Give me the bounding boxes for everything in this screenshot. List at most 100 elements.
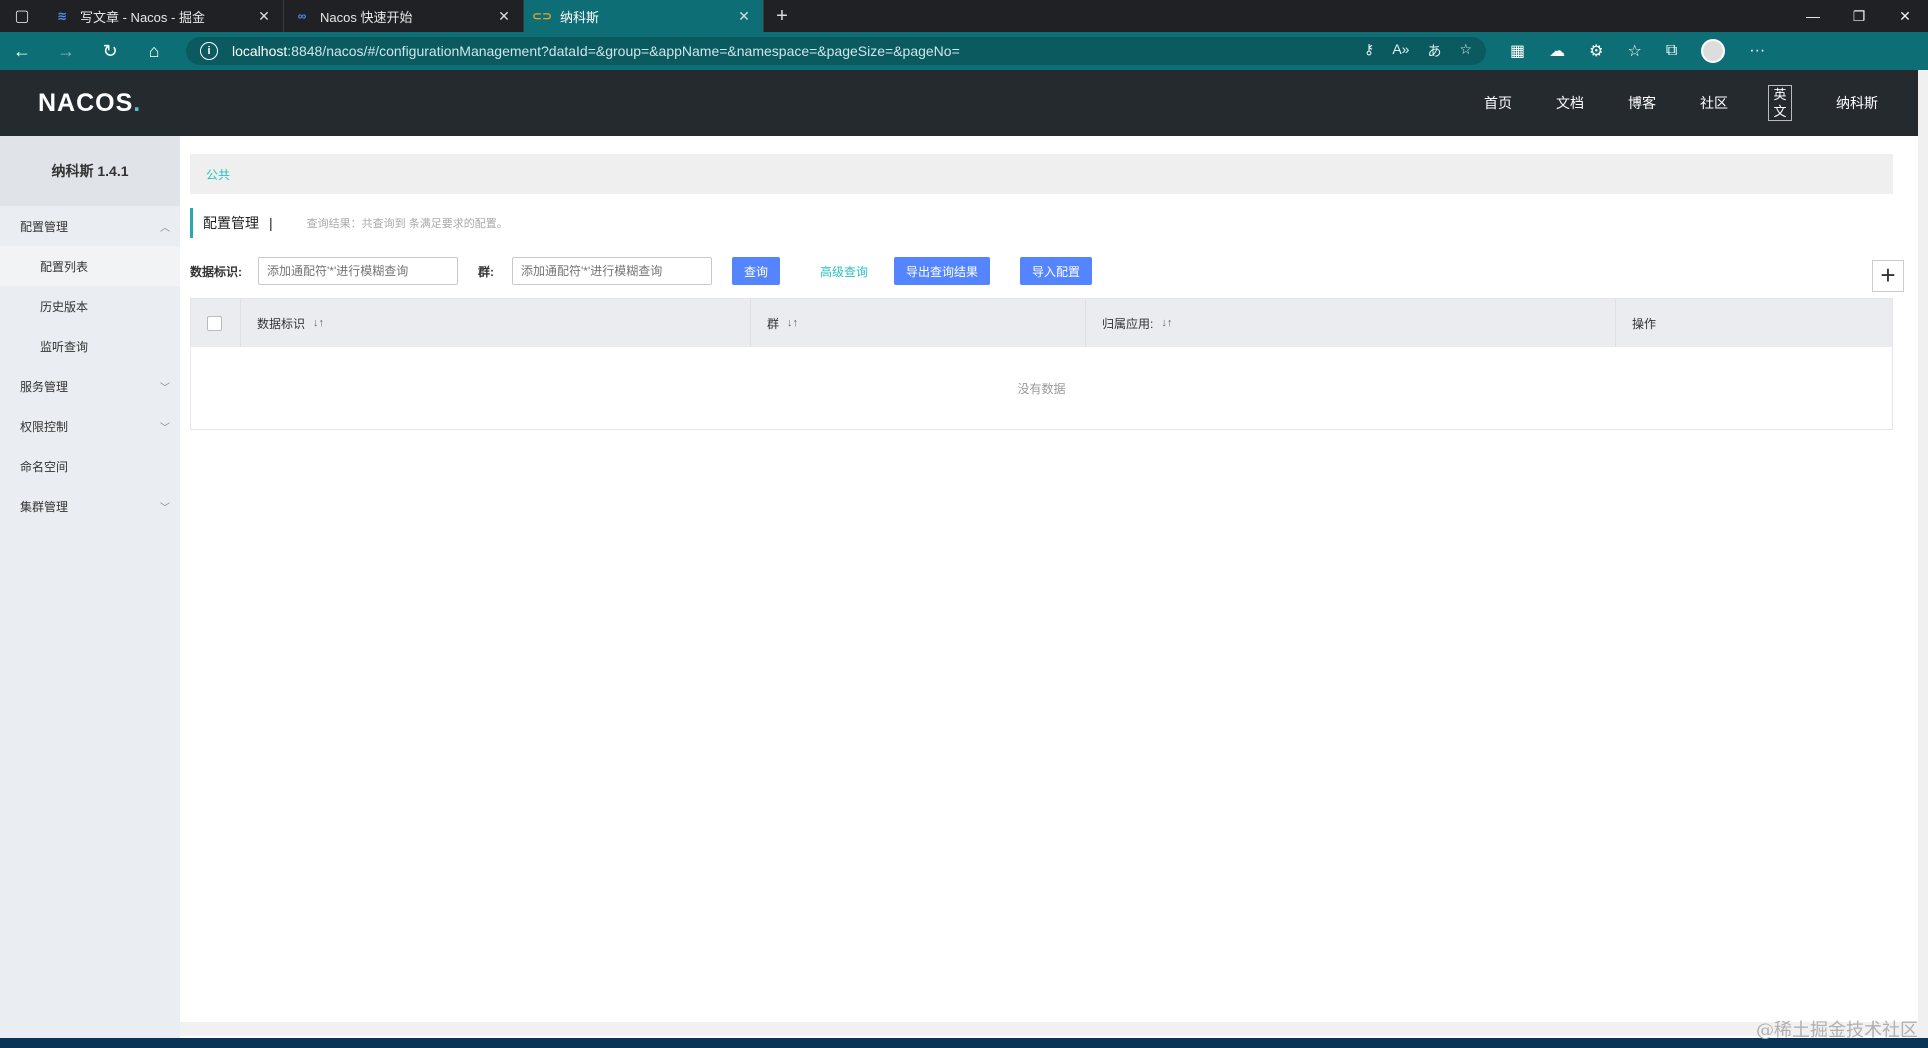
favorites-icon[interactable]: ☆ [1627, 41, 1641, 61]
close-icon[interactable]: ✕ [735, 8, 753, 25]
sidebar-item-history[interactable]: 历史版本 [0, 286, 180, 326]
search-row: 数据标识: 群: 查询 高级查询 导出查询结果 导入配置 + [190, 256, 1910, 292]
top-nav: 首页 文档 博客 社区 英文 纳科斯 [1440, 85, 1878, 121]
cloud-icon[interactable]: ☁ [1549, 41, 1565, 61]
extension-icon[interactable]: ▦ [1510, 41, 1525, 61]
page-title: 配置管理 [203, 215, 259, 231]
address-bar-icons: ⚷ A» あ ☆ [1364, 41, 1472, 61]
close-window-icon[interactable]: ✕ [1882, 0, 1928, 32]
address-bar[interactable]: i localhost :8848/nacos/#/configurationM… [186, 37, 1486, 65]
sidebar-item-namespace[interactable]: 命名空间 [0, 446, 180, 486]
column-app[interactable]: 归属应用: ↓↑ [1086, 299, 1616, 347]
title-separator: | [269, 215, 273, 231]
translate-icon[interactable]: あ [1427, 41, 1441, 61]
chevron-up-icon: ︿ [160, 222, 170, 234]
refresh-icon[interactable]: ↻ [88, 41, 132, 62]
sidebar-item-label: 集群管理 [20, 499, 69, 514]
add-config-button[interactable]: + [1872, 260, 1904, 292]
home-icon[interactable]: ⌂ [132, 41, 176, 62]
column-dataid[interactable]: 数据标识 ↓↑ [241, 299, 751, 347]
address-toolbar: ← → ↻ ⌂ i localhost :8848/nacos/#/config… [0, 32, 1928, 70]
browser-tab-nacos-console[interactable]: ⊂⊃ 纳科斯 ✕ [524, 0, 764, 32]
forward-icon[interactable]: → [44, 41, 88, 62]
sidebar: 纳科斯 1.4.1 配置管理 ︿ 配置列表 历史版本 监听查询 服务管理 ﹀ 权… [0, 136, 180, 1048]
sidebar-item-label: 服务管理 [20, 379, 69, 394]
select-all-checkbox[interactable] [207, 315, 222, 331]
sort-icon[interactable]: ↓↑ [1161, 317, 1172, 329]
favorite-add-icon[interactable]: ☆ [1459, 41, 1472, 61]
new-tab-button[interactable]: + [764, 0, 800, 32]
watermark-text: @稀土掘金技术社区 [1756, 1020, 1918, 1041]
query-result-text: 查询结果：共查询到 条满足要求的配置。 [306, 218, 508, 230]
restore-icon[interactable]: ❐ [1836, 0, 1882, 32]
tab-title: 纳科斯 [560, 9, 600, 25]
sidebar-item-config-list[interactable]: 配置列表 [0, 246, 180, 286]
group-input[interactable] [512, 257, 712, 285]
nacos-icon: ⊂⊃ [531, 9, 553, 23]
vertical-scrollbar[interactable] [1918, 70, 1928, 1048]
collections-icon[interactable]: ⧉ [1666, 42, 1677, 60]
nav-community[interactable]: 社区 [1700, 93, 1728, 113]
info-icon[interactable]: i [200, 42, 218, 60]
read-aloud-icon[interactable]: A» [1392, 41, 1409, 61]
sidebar-item-listener-query[interactable]: 监听查询 [0, 326, 180, 366]
horizontal-scrollbar[interactable] [180, 1022, 1918, 1036]
sidebar-title: 纳科斯 1.4.1 [0, 136, 180, 206]
import-button[interactable]: 导入配置 [1020, 257, 1093, 285]
main-content: 公共 配置管理 | 查询结果：共查询到 条满足要求的配置。 数据标识: 群: 查… [180, 136, 1918, 1036]
browser-tab-bar: ▢ ≋ 写文章 - Nacos - 掘金 ✕ ∞ Nacos 快速开始 ✕ ⊂⊃… [0, 0, 1928, 32]
chevron-down-icon: ﹀ [160, 502, 170, 514]
config-table: 数据标识 ↓↑ 群 ↓↑ 归属应用: ↓↑ 操作 没有数据 [190, 298, 1893, 430]
table-empty: 没有数据 [1017, 381, 1066, 396]
sidebar-item-config-management[interactable]: 配置管理 ︿ [0, 206, 180, 246]
close-icon[interactable]: ✕ [255, 8, 273, 25]
chevron-down-icon: ﹀ [160, 422, 170, 434]
nav-home[interactable]: 首页 [1484, 93, 1512, 113]
workspaces-icon[interactable]: ▢ [0, 0, 44, 32]
os-taskbar [0, 1038, 1928, 1048]
sidebar-item-access-control[interactable]: 权限控制 ﹀ [0, 406, 180, 446]
dataid-label: 数据标识: [190, 264, 242, 279]
url-host: localhost [232, 43, 288, 59]
logo-text: NACOS [38, 88, 134, 117]
page-title-bar: 配置管理 | 查询结果：共查询到 条满足要求的配置。 [190, 208, 508, 238]
tab-title: Nacos 快速开始 [320, 9, 413, 25]
browser-tab-nacos-quickstart[interactable]: ∞ Nacos 快速开始 ✕ [284, 0, 524, 32]
logo-dot: . [133, 88, 142, 117]
table-header: 数据标识 ↓↑ 群 ↓↑ 归属应用: ↓↑ 操作 [191, 299, 1892, 347]
browser-tab-juejin[interactable]: ≋ 写文章 - Nacos - 掘金 ✕ [44, 0, 284, 32]
sidebar-item-label: 命名空间 [20, 459, 69, 474]
column-label: 数据标识 [257, 316, 306, 331]
more-icon[interactable]: ··· [1749, 42, 1765, 60]
profile-avatar[interactable] [1701, 39, 1726, 63]
nav-brand[interactable]: 纳科斯 [1836, 93, 1878, 113]
chevron-down-icon: ﹀ [160, 382, 170, 394]
nav-docs[interactable]: 文档 [1556, 93, 1584, 113]
url-path: :8848/nacos/#/configurationManagement?da… [287, 43, 960, 59]
query-button[interactable]: 查询 [732, 257, 781, 285]
sidebar-item-label: 权限控制 [20, 419, 69, 434]
sort-icon[interactable]: ↓↑ [787, 317, 798, 329]
minimize-icon[interactable]: — [1790, 0, 1836, 32]
close-icon[interactable]: ✕ [495, 8, 513, 25]
group-label: 群: [478, 264, 494, 279]
key-icon[interactable]: ⚷ [1364, 41, 1374, 61]
sort-icon[interactable]: ↓↑ [313, 317, 324, 329]
nacos-icon: ∞ [297, 9, 307, 23]
extensions-icon[interactable]: ⚙ [1589, 41, 1603, 61]
sidebar-item-cluster-management[interactable]: 集群管理 ﹀ [0, 486, 180, 526]
juejin-icon: ≋ [56, 9, 68, 23]
sidebar-item-service-management[interactable]: 服务管理 ﹀ [0, 366, 180, 406]
nacos-logo[interactable]: NACOS. [38, 89, 141, 118]
dataid-input[interactable] [258, 257, 458, 285]
language-switch[interactable]: 英文 [1768, 85, 1792, 121]
advanced-query-link[interactable]: 高级查询 [820, 263, 868, 280]
column-group[interactable]: 群 ↓↑ [751, 299, 1086, 347]
nav-blog[interactable]: 博客 [1628, 93, 1656, 113]
export-button[interactable]: 导出查询结果 [894, 257, 991, 285]
namespace-public[interactable]: 公共 [206, 166, 230, 183]
app-header: NACOS. 首页 文档 博客 社区 英文 纳科斯 [0, 70, 1918, 136]
back-icon[interactable]: ← [0, 41, 44, 62]
column-label: 操作 [1632, 316, 1657, 331]
column-label: 归属应用: [1102, 316, 1154, 331]
